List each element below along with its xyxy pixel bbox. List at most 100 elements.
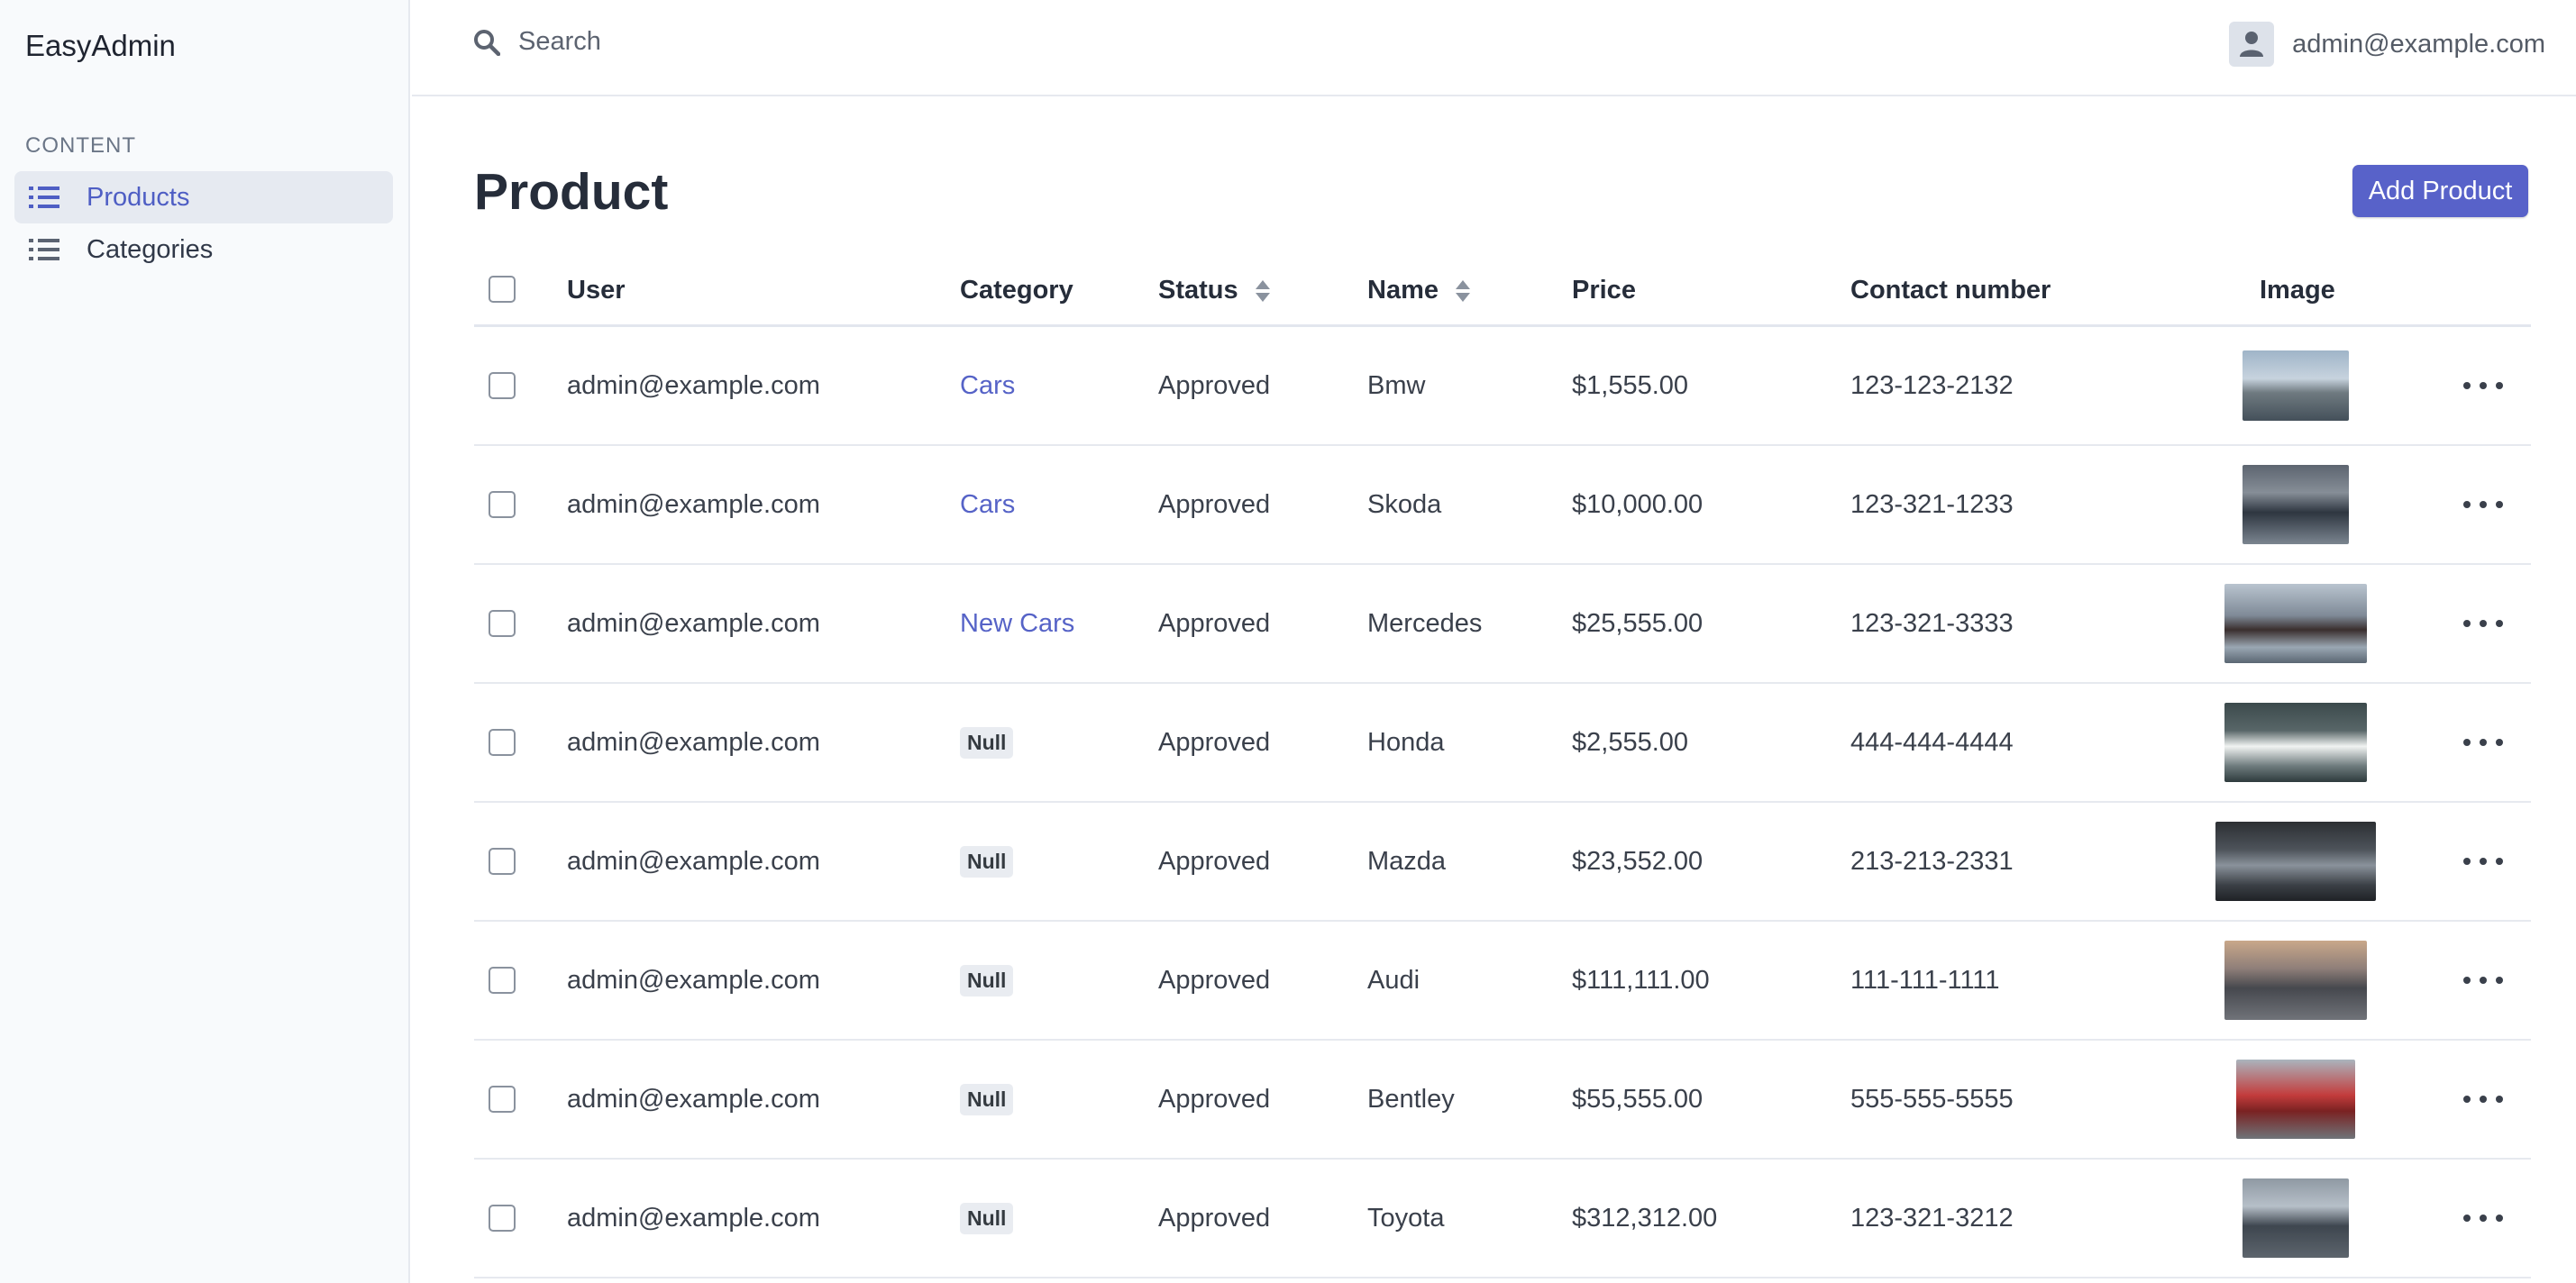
price-cell: $10,000.00 [1572, 489, 1704, 519]
name-cell: Audi [1367, 965, 1420, 995]
dot-icon [2480, 501, 2487, 508]
column-header-price[interactable]: Price [1572, 276, 1636, 305]
contact-cell: 555-555-5555 [1850, 1084, 2014, 1114]
sidebar: EasyAdmin CONTENT Products Categories [0, 0, 410, 1283]
column-header-status[interactable]: Status [1158, 276, 1271, 305]
dot-icon [2480, 620, 2487, 627]
topbar: admin@example.com [412, 0, 2576, 96]
name-cell: Mercedes [1367, 608, 1483, 638]
row-select-cell [489, 565, 516, 682]
status-cell: Approved [1158, 727, 1271, 757]
null-badge: Null [960, 1202, 1014, 1234]
dot-icon [2463, 858, 2471, 865]
column-header-user[interactable]: User [567, 276, 626, 305]
products-table: User Category Status Name Price Contact … [474, 252, 2531, 1278]
list-icon [29, 187, 59, 208]
column-header-name[interactable]: Name [1367, 276, 1471, 305]
row-checkbox[interactable] [489, 610, 516, 637]
row-select-cell [489, 1160, 516, 1277]
table-row: admin@example.com Cars Approved Skoda $10,00… [474, 446, 2531, 565]
name-cell: Honda [1367, 727, 1445, 757]
price-cell: $55,555.00 [1572, 1084, 1704, 1114]
user-icon [2240, 32, 2264, 57]
skoda-car-photo[interactable] [2243, 465, 2349, 544]
row-checkbox[interactable] [489, 729, 516, 756]
category-cell: Null [960, 922, 1014, 1039]
user-cell: admin@example.com [567, 1203, 820, 1233]
mercedes-car-photo[interactable] [2224, 584, 2367, 663]
row-checkbox[interactable] [489, 848, 516, 875]
price-cell: $1,555.00 [1572, 370, 1689, 400]
row-actions-menu[interactable] [2463, 848, 2503, 875]
table-body: admin@example.com Cars Approved Bmw $1,555.0… [474, 327, 2531, 1278]
sidebar-item-products[interactable]: Products [14, 171, 393, 223]
bentley-car-photo[interactable] [2236, 1060, 2355, 1139]
user-email: admin@example.com [2292, 29, 2545, 59]
toyota-car-photo[interactable] [2243, 1178, 2349, 1258]
category-link[interactable]: New Cars [960, 609, 1074, 639]
page-title: Product [474, 163, 669, 221]
bmw-car-photo[interactable] [2243, 350, 2349, 421]
row-select-cell [489, 446, 516, 563]
row-actions-menu[interactable] [2463, 491, 2503, 518]
dot-icon [2496, 501, 2503, 508]
status-cell: Approved [1158, 1084, 1271, 1114]
mazda-car-photo[interactable] [2215, 822, 2376, 901]
row-actions-menu[interactable] [2463, 372, 2503, 399]
audi-car-photo[interactable] [2224, 941, 2367, 1020]
table-header: User Category Status Name Price Contact … [474, 252, 2531, 327]
row-checkbox[interactable] [489, 1086, 516, 1113]
row-actions-menu[interactable] [2463, 1205, 2503, 1232]
user-cell: admin@example.com [567, 1084, 820, 1114]
dot-icon [2463, 382, 2471, 389]
table-row: admin@example.com Null Approved Bentley $55,… [474, 1041, 2531, 1160]
status-cell: Approved [1158, 1203, 1271, 1233]
add-product-button[interactable]: Add Product [2352, 165, 2528, 217]
contact-cell: 123-321-3212 [1850, 1203, 2014, 1233]
status-cell: Approved [1158, 846, 1271, 876]
dot-icon [2480, 1215, 2487, 1222]
column-header-contact-number[interactable]: Contact number [1850, 276, 2051, 305]
null-badge: Null [960, 726, 1014, 759]
user-cell: admin@example.com [567, 846, 820, 876]
select-all-checkbox[interactable] [489, 276, 516, 303]
price-cell: $111,111.00 [1572, 965, 1710, 995]
row-checkbox[interactable] [489, 491, 516, 518]
row-actions-menu[interactable] [2463, 1086, 2503, 1113]
row-actions-menu[interactable] [2463, 610, 2503, 637]
row-actions-menu[interactable] [2463, 967, 2503, 994]
contact-cell: 123-123-2132 [1850, 370, 2014, 400]
dot-icon [2496, 739, 2503, 746]
table-row: admin@example.com New Cars Approved Mercede… [474, 565, 2531, 684]
contact-cell: 123-321-1233 [1850, 489, 2014, 519]
search-input[interactable] [518, 27, 1149, 57]
row-checkbox[interactable] [489, 372, 516, 399]
table-row: admin@example.com Null Approved Honda $2,555… [474, 684, 2531, 803]
price-cell: $312,312.00 [1572, 1203, 1718, 1233]
column-header-category[interactable]: Category [960, 276, 1073, 305]
contact-cell: 444-444-4444 [1850, 727, 2014, 757]
row-checkbox[interactable] [489, 1205, 516, 1232]
category-cell: Null [960, 1041, 1014, 1158]
category-cell: Cars [960, 446, 1015, 563]
user-menu[interactable]: admin@example.com [2229, 22, 2545, 67]
list-icon [29, 239, 59, 260]
honda-car-photo[interactable] [2224, 703, 2367, 782]
contact-cell: 213-213-2331 [1850, 846, 2014, 876]
row-actions-menu[interactable] [2463, 729, 2503, 756]
dot-icon [2463, 977, 2471, 984]
category-cell: New Cars [960, 565, 1074, 682]
price-cell: $25,555.00 [1572, 608, 1704, 638]
sidebar-item-categories[interactable]: Categories [14, 223, 393, 276]
table-row: admin@example.com Null Approved Audi $111,11… [474, 922, 2531, 1041]
dot-icon [2463, 1215, 2471, 1222]
category-link[interactable]: Cars [960, 371, 1015, 401]
sidebar-item-label: Categories [87, 234, 214, 264]
category-link[interactable]: Cars [960, 490, 1015, 520]
row-checkbox[interactable] [489, 967, 516, 994]
name-cell: Bentley [1367, 1084, 1455, 1114]
select-all-cell [489, 276, 516, 303]
dot-icon [2496, 1215, 2503, 1222]
name-cell: Toyota [1367, 1203, 1445, 1233]
brand-logo[interactable]: EasyAdmin [25, 29, 176, 63]
